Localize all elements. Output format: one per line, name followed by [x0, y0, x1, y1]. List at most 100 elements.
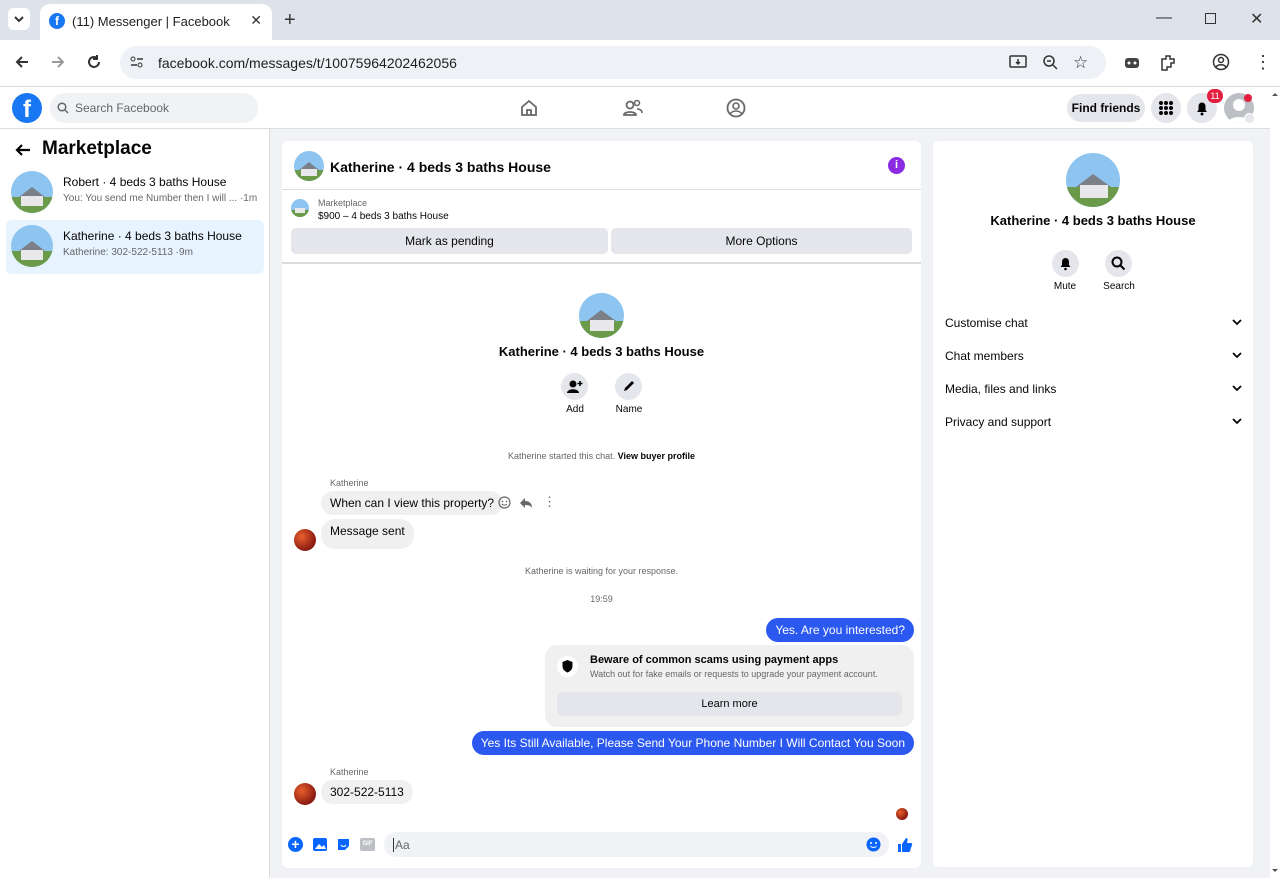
- divider: [282, 262, 921, 264]
- groups-icon[interactable]: [725, 98, 747, 118]
- browser-menu-icon[interactable]: ⋮: [1254, 52, 1272, 73]
- conversation-name: Robert · 4 beds 3 baths House: [63, 175, 227, 189]
- chat-started-text: Katherine started this chat.: [508, 451, 616, 461]
- thumbs-up-icon[interactable]: [896, 836, 913, 853]
- name-button[interactable]: [615, 373, 642, 400]
- search-icon: [1111, 256, 1126, 271]
- install-app-icon[interactable]: [1009, 54, 1027, 70]
- account-chevron-icon[interactable]: [1244, 113, 1255, 124]
- conversation-item-katherine[interactable]: Katherine · 4 beds 3 baths House Katheri…: [6, 220, 264, 274]
- katherine-avatar[interactable]: [294, 783, 316, 805]
- photo-icon[interactable]: [312, 837, 328, 852]
- zoom-icon[interactable]: [1042, 54, 1058, 70]
- minimize-icon[interactable]: —: [1156, 9, 1172, 27]
- view-buyer-profile-link[interactable]: View buyer profile: [618, 451, 695, 461]
- info-icon[interactable]: i: [888, 157, 905, 174]
- add-button[interactable]: [561, 373, 588, 400]
- section-media-files-links[interactable]: Media, files and links: [945, 382, 1243, 396]
- conversation-preview: Katherine: 302-522-5113 ·9m: [63, 247, 193, 258]
- mark-as-pending-button[interactable]: Mark as pending: [291, 228, 608, 254]
- reply-icon[interactable]: [519, 496, 533, 509]
- chat-avatar[interactable]: [294, 151, 324, 181]
- gif-icon[interactable]: GIF: [360, 838, 375, 851]
- add-label: Add: [566, 404, 584, 415]
- conversation-item-robert[interactable]: Robert · 4 beds 3 baths House You: You s…: [6, 166, 264, 220]
- bell-icon: [1060, 258, 1071, 271]
- section-customise-chat[interactable]: Customise chat: [945, 316, 1243, 330]
- katherine-avatar[interactable]: [294, 529, 316, 551]
- section-label: Customise chat: [945, 316, 1028, 330]
- account-alert-dot: [1244, 94, 1252, 102]
- chevron-down-icon: [1231, 415, 1243, 427]
- site-settings-icon[interactable]: [129, 54, 145, 70]
- outgoing-message[interactable]: Yes. Are you interested?: [766, 618, 914, 642]
- find-friends-button[interactable]: Find friends: [1067, 94, 1145, 122]
- chat-started-notice: Katherine started this chat. View buyer …: [282, 451, 921, 461]
- profile-icon[interactable]: [1212, 53, 1230, 71]
- section-label: Chat members: [945, 349, 1024, 363]
- incoming-message[interactable]: 302-522-5113: [321, 780, 413, 804]
- extension-robot-icon[interactable]: [1123, 54, 1141, 70]
- search-icon: [57, 102, 69, 114]
- listing-price[interactable]: $900 – 4 beds 3 baths House: [318, 211, 449, 222]
- chevron-down-icon: [14, 16, 24, 23]
- message-input-placeholder: Aa: [393, 838, 410, 852]
- search-label: Search: [1103, 281, 1135, 292]
- house-thumbnail-icon: [11, 171, 53, 213]
- chat-info-panel: [933, 141, 1253, 867]
- browser-tab-messenger[interactable]: f (11) Messenger | Facebook ✕: [40, 4, 272, 40]
- chevron-down-icon: [1231, 349, 1243, 361]
- conversation-preview: You: You send me Number then I will ... …: [63, 193, 258, 204]
- learn-more-button[interactable]: Learn more: [557, 692, 902, 716]
- read-receipt-avatar: [896, 808, 908, 820]
- chat-title[interactable]: Katherine · 4 beds 3 baths House: [330, 159, 551, 175]
- grid-icon: [1159, 101, 1173, 115]
- listing-thumbnail-icon: [291, 199, 309, 217]
- section-chat-members[interactable]: Chat members: [945, 349, 1243, 363]
- sticker-icon[interactable]: [336, 837, 351, 852]
- emoji-icon[interactable]: [866, 837, 881, 852]
- url-text[interactable]: facebook.com/messages/t/1007596420246205…: [158, 55, 457, 71]
- section-label: Privacy and support: [945, 415, 1052, 429]
- back-icon[interactable]: [13, 53, 31, 71]
- message-input[interactable]: [384, 832, 889, 857]
- restore-icon[interactable]: [1205, 13, 1216, 24]
- tab-title: (11) Messenger | Facebook: [72, 14, 230, 29]
- divider: [282, 189, 921, 190]
- mute-button[interactable]: [1052, 250, 1079, 277]
- scam-warning-title: Beware of common scams using payment app…: [590, 654, 839, 666]
- search-conversation-button[interactable]: [1105, 250, 1132, 277]
- name-label: Name: [615, 404, 643, 415]
- message-sent-bubble: Message sent: [321, 519, 414, 549]
- plus-icon[interactable]: +: [288, 837, 303, 852]
- pencil-icon: [624, 381, 634, 391]
- page-scrollbar[interactable]: [1270, 87, 1280, 878]
- info-avatar: [1066, 153, 1120, 207]
- menu-grid-button[interactable]: [1151, 93, 1181, 123]
- close-window-icon[interactable]: ✕: [1250, 9, 1263, 29]
- reload-icon[interactable]: [85, 53, 103, 71]
- extensions-puzzle-icon[interactable]: [1159, 53, 1177, 71]
- notification-count-badge: 11: [1207, 89, 1223, 103]
- home-icon[interactable]: [519, 98, 539, 118]
- close-tab-icon[interactable]: ✕: [250, 12, 262, 29]
- new-tab-icon[interactable]: +: [284, 9, 296, 32]
- facebook-favicon-icon: f: [49, 13, 65, 29]
- house-thumbnail-icon: [11, 225, 53, 267]
- react-smiley-icon[interactable]: [498, 496, 511, 509]
- sender-name: Katherine: [330, 478, 369, 488]
- info-name: Katherine · 4 beds 3 baths House: [990, 213, 1196, 228]
- outgoing-message[interactable]: Yes Its Still Available, Please Send You…: [471, 731, 914, 755]
- bookmark-star-icon[interactable]: ☆: [1073, 53, 1088, 73]
- more-options-button[interactable]: More Options: [611, 228, 912, 254]
- tab-search-button[interactable]: [8, 8, 30, 30]
- incoming-message[interactable]: When can I view this property?: [321, 491, 504, 515]
- more-actions-icon[interactable]: ⋮: [543, 494, 556, 510]
- scam-warning-desc: Watch out for fake emails or requests to…: [590, 669, 878, 679]
- friends-icon[interactable]: [622, 98, 644, 118]
- facebook-logo-icon[interactable]: f: [12, 93, 42, 123]
- forward-icon[interactable]: [49, 53, 67, 71]
- section-privacy-support[interactable]: Privacy and support: [945, 415, 1243, 429]
- back-arrow-icon[interactable]: [14, 141, 32, 159]
- waiting-notice: Katherine is waiting for your response.: [524, 566, 679, 576]
